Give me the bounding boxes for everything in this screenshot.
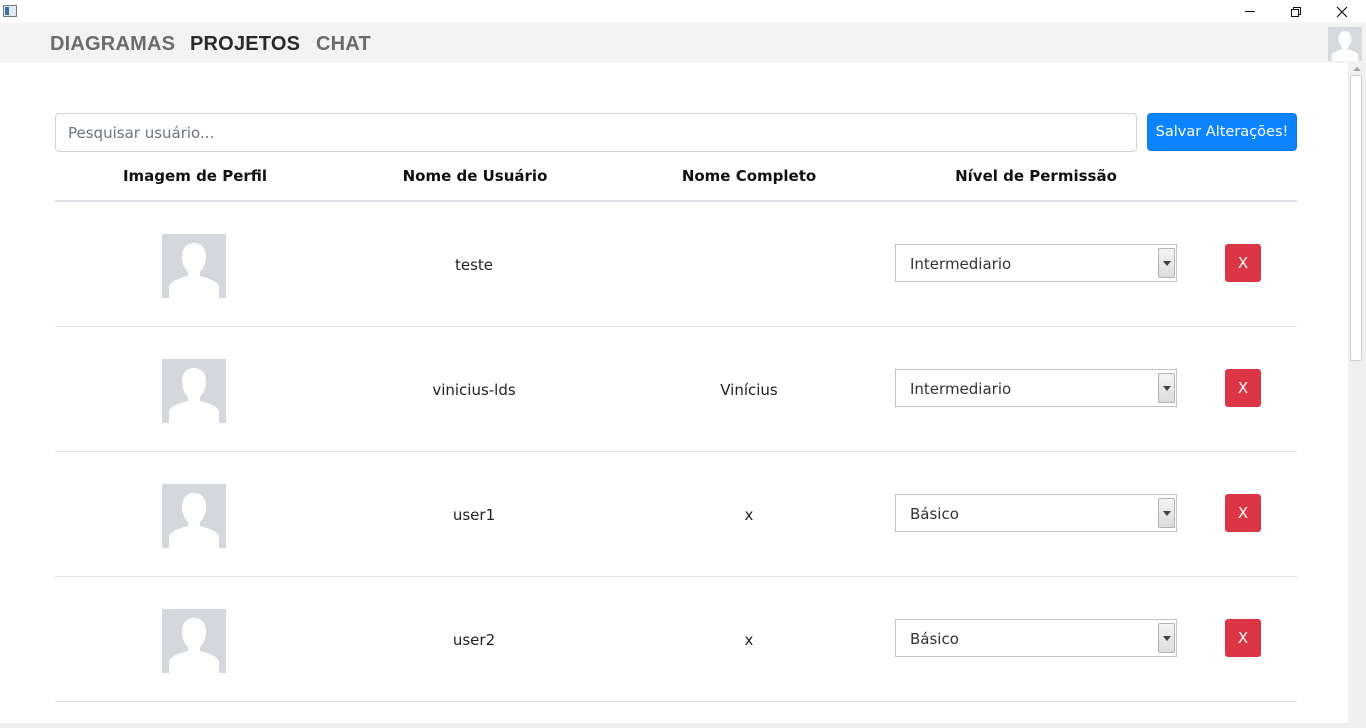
column-header-permission: Nível de Permissão [955,167,1117,185]
default-user-avatar-icon [162,609,226,673]
table-row: vinicius-lds Vinícius Intermediario X [55,327,1297,452]
save-changes-button[interactable]: Salvar Alterações! [1147,113,1297,151]
fullname-cell: x [744,506,754,524]
default-user-avatar-icon [162,234,226,298]
close-button[interactable] [1319,0,1365,23]
chevron-down-icon[interactable] [1158,373,1175,403]
delete-user-button[interactable]: X [1225,619,1261,657]
username-cell: user2 [452,631,496,649]
table-row: user1 x Básico X [55,452,1297,577]
close-icon [1336,6,1348,17]
app-icon [3,5,17,17]
permission-select-value: Intermediario [910,380,1012,398]
chevron-down-icon[interactable] [1158,623,1175,653]
nav-item-projetos[interactable]: PROJETOS [190,33,300,56]
user-avatar-button[interactable] [1328,27,1362,61]
chevron-down-icon[interactable] [1158,248,1175,278]
table-row: user2 x Básico X [55,577,1297,702]
profile-image [162,484,226,548]
column-header-username: Nome de Usuário [402,167,548,185]
permission-select-value: Básico [910,630,959,648]
window-bottom-edge [0,723,1366,728]
vertical-scrollbar[interactable] [1348,63,1366,723]
permission-select-value: Intermediario [910,255,1012,273]
permission-select-value: Básico [910,505,959,523]
permission-select[interactable]: Intermediario [895,369,1177,407]
restore-button[interactable] [1273,0,1319,23]
user-management-panel: Salvar Alterações! Imagem de Perfil Nome… [5,63,1348,723]
table-row: teste Intermediario X [55,202,1297,327]
scroll-up-arrow-icon[interactable] [1353,67,1361,71]
fullname-cell: x [744,631,754,649]
delete-user-button[interactable]: X [1225,369,1261,407]
column-header-fullname: Nome Completo [681,167,817,185]
default-user-avatar-icon [162,359,226,423]
username-cell: teste [454,256,494,274]
default-user-avatar-icon [162,484,226,548]
default-user-avatar-icon [1328,27,1362,61]
permission-select[interactable]: Intermediario [895,244,1177,282]
restore-icon [1291,6,1301,17]
top-navbar: DIAGRAMAS PROJETOS CHAT [0,23,1366,63]
search-user-input[interactable] [55,113,1137,152]
profile-image [162,234,226,298]
window-titlebar [0,0,1366,23]
minimize-button[interactable] [1227,0,1273,23]
username-cell: user1 [452,506,496,524]
delete-user-button[interactable]: X [1225,494,1261,532]
profile-image [162,609,226,673]
permission-select[interactable]: Básico [895,494,1177,532]
minimize-icon [1245,11,1255,12]
username-cell: vinicius-lds [432,381,516,399]
permission-select[interactable]: Básico [895,619,1177,657]
delete-user-button[interactable]: X [1225,244,1261,282]
profile-image [162,359,226,423]
chevron-down-icon[interactable] [1158,498,1175,528]
scrollbar-thumb[interactable] [1350,75,1362,361]
fullname-cell: Vinícius [720,381,778,399]
column-header-image: Imagem de Perfil [122,167,268,185]
nav-item-chat[interactable]: CHAT [316,33,371,56]
nav-item-diagramas[interactable]: DIAGRAMAS [50,33,175,56]
